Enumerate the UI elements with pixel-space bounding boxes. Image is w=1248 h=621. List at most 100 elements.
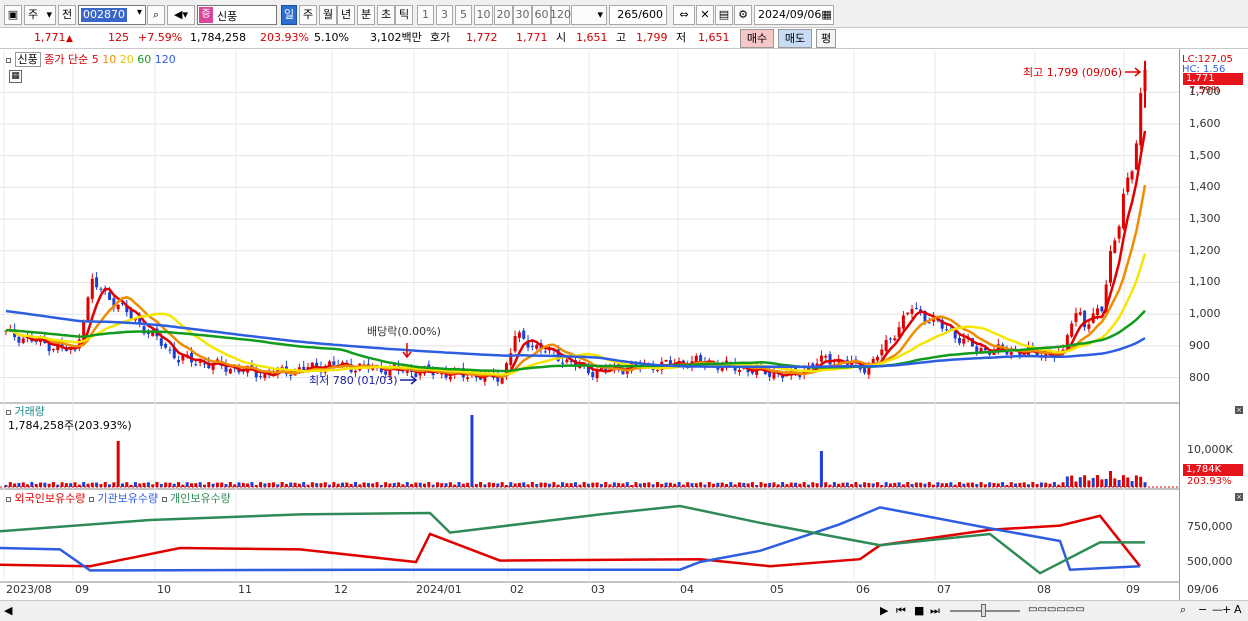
candle-body [1130, 171, 1134, 180]
tab-period-second[interactable]: 초 [377, 5, 395, 25]
stock-name-box[interactable]: 증 신풍 [197, 5, 277, 25]
minute-option-60[interactable]: 60 [532, 5, 551, 25]
panel-square-icon[interactable] [6, 409, 11, 415]
volume-bar [146, 482, 150, 487]
candle-body [517, 332, 521, 338]
scroll-right-icon[interactable]: ▶ [880, 604, 888, 617]
volume-bar [802, 482, 806, 487]
volume-value: 1,784,258 [190, 31, 246, 44]
volume-bar [177, 482, 181, 487]
chevron-down-icon[interactable]: ▾ [137, 7, 142, 18]
candle-body [737, 369, 741, 373]
y-tick-label: 1,500 [1189, 148, 1221, 162]
volume-bar [1039, 482, 1043, 487]
magnifier-icon[interactable]: ⌕ [1180, 603, 1186, 617]
price-chart[interactable] [0, 49, 1248, 601]
save-icon[interactable]: ▤ [715, 5, 733, 25]
layout-icon[interactable]: ▣ [4, 5, 22, 25]
panel-square-icon[interactable] [6, 496, 11, 502]
candle-body [159, 338, 163, 346]
minute-option-1[interactable]: 1 [417, 5, 434, 25]
volume-bar [543, 482, 547, 487]
candle-body [289, 374, 293, 377]
candle-body [975, 346, 979, 352]
close-panel-icon[interactable]: × [1235, 493, 1243, 501]
window-icons[interactable]: ▭▭▭▭▭▭ [1028, 604, 1085, 615]
panel-square-icon[interactable] [6, 57, 11, 63]
chart-settings-icon[interactable]: ▦ [9, 70, 22, 83]
minute-option-10[interactable]: 10 [474, 5, 493, 25]
chart-scrollbar[interactable]: ◀ ▶ ⏮ ■ ⏭ ▭▭▭▭▭▭ ⌕ − — + A [0, 600, 1248, 621]
candle-body [595, 370, 599, 379]
volume-bar [565, 483, 569, 487]
volume-bar [1078, 477, 1082, 487]
candle-body [530, 345, 534, 347]
sell-button[interactable]: 매도 [778, 29, 812, 48]
volume-bar [647, 482, 651, 487]
tab-period-day[interactable]: 일 [281, 5, 297, 25]
speaker-icon[interactable]: ◀▾ [167, 5, 195, 25]
interval-select[interactable]: ▾ [571, 5, 607, 25]
scroll-left-icon[interactable]: ◀ [4, 604, 12, 617]
candle-body [1108, 251, 1112, 283]
tab-period-minute[interactable]: 분 [357, 5, 375, 25]
buy-button[interactable]: 매수 [740, 29, 774, 48]
panel-square-icon[interactable] [161, 496, 167, 502]
minute-option-30[interactable]: 30 [513, 5, 532, 25]
zoom-slider-handle[interactable] [981, 604, 986, 617]
search-icon[interactable]: ⌕ [147, 5, 165, 25]
minute-option-5[interactable]: 5 [455, 5, 472, 25]
minute-option-120[interactable]: 120 [550, 5, 571, 25]
volume-bar [686, 482, 690, 487]
candle-body [522, 330, 526, 339]
plus-icon[interactable]: + [1222, 603, 1231, 616]
candle-body [957, 338, 961, 344]
stock-code-input[interactable]: 002870 ▾ [78, 5, 146, 25]
volume-bar [897, 482, 901, 487]
fast-forward-icon[interactable]: ⏭ [930, 604, 940, 618]
stop-icon[interactable]: ■ [914, 604, 924, 617]
tab-period-month[interactable]: 월 [319, 5, 337, 25]
volume-bar [604, 482, 608, 487]
volume-bar [1091, 478, 1095, 487]
stock-code-value: 002870 [81, 8, 127, 22]
high-label: 고 [616, 31, 627, 44]
candle-body [819, 355, 823, 362]
tab-period-year[interactable]: 년 [337, 5, 355, 25]
volume-bar [1061, 482, 1065, 487]
y-tick-label: 1,300 [1189, 212, 1221, 226]
panel-square-icon[interactable] [88, 496, 94, 502]
y-tick-label: 900 [1189, 338, 1210, 352]
stock-name-tag: 신풍 [14, 52, 41, 67]
font-size-icon[interactable]: A [1234, 603, 1242, 616]
close-panel-icon[interactable]: × [1235, 406, 1243, 414]
calendar-icon[interactable]: ▦ [821, 6, 831, 24]
x-axis-label: 09 [1126, 583, 1140, 596]
gear-icon[interactable]: ⚙ [734, 5, 752, 25]
zoom-in-icon[interactable]: ⇔ [673, 5, 695, 25]
minute-option-3[interactable]: 3 [436, 5, 453, 25]
minute-option-20[interactable]: 20 [494, 5, 513, 25]
date-field[interactable]: 2024/09/06 ▦ [754, 5, 834, 25]
crosshair-icon[interactable]: ✕ [696, 5, 714, 25]
avg-button[interactable]: 평 [816, 29, 836, 48]
volume-bar [116, 441, 120, 487]
volume-bar [1108, 471, 1112, 487]
minus-icon[interactable]: − [1198, 603, 1207, 616]
market-select[interactable]: 주 ▾ [24, 5, 56, 25]
tab-period-week[interactable]: 주 [299, 5, 317, 25]
volume-scale-label: 10,000K [1187, 443, 1233, 456]
volume-bar [763, 483, 767, 487]
prev-button[interactable]: 전 [58, 5, 76, 25]
candle-body [129, 310, 133, 319]
bar-count-field[interactable]: 265/600 [609, 5, 667, 25]
rewind-icon[interactable]: ⏮ [896, 604, 906, 618]
volume-bar [388, 483, 392, 487]
volume-bar [1018, 482, 1022, 487]
volume-bar [1022, 482, 1026, 487]
tab-period-tick[interactable]: 틱 [395, 5, 413, 25]
x-axis-label: 06 [856, 583, 870, 596]
volume-bar [845, 482, 849, 487]
volume-bar [51, 482, 55, 487]
volume-bar [1113, 478, 1117, 487]
